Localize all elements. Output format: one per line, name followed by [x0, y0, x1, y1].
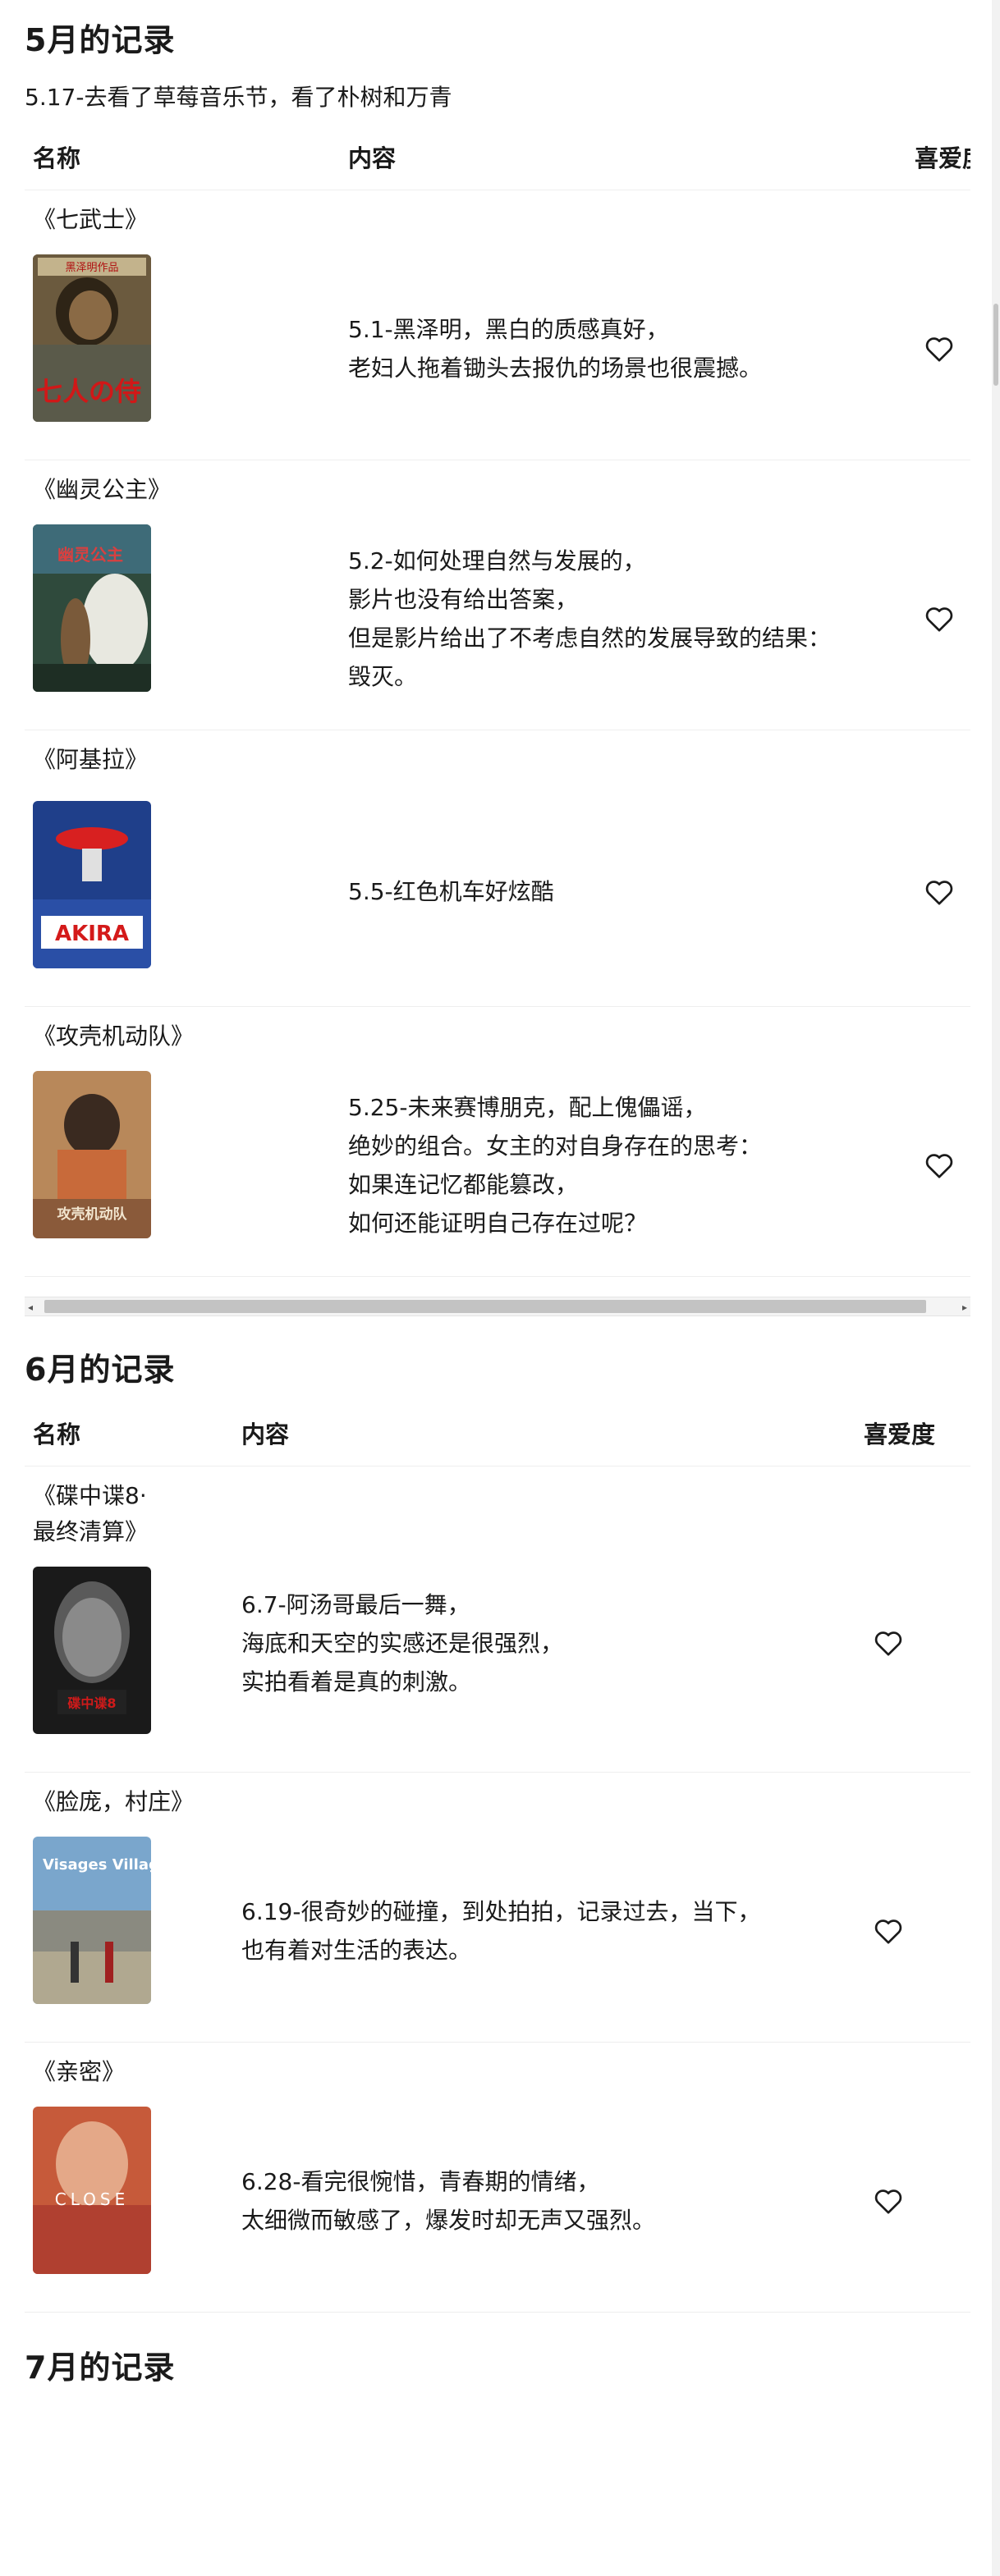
name-cell: 《脸庞，村庄》 Visages Villages: [25, 1772, 233, 2043]
movie-title: 《亲密》: [33, 2058, 126, 2085]
poster-caption: 七人の侍: [36, 376, 141, 407]
poster-caption: 攻壳机动队: [57, 1206, 128, 1223]
content-cell: 5.5-红色机车好炫酷: [340, 730, 906, 1007]
table-row: 《幽灵公主》 幽灵公主 5.2-如何处理自然与发展的， 影片也没有给出答案， 但…: [25, 460, 970, 730]
scrollbar-thumb[interactable]: [44, 1299, 926, 1313]
heart-outline-icon[interactable]: [872, 1915, 905, 1947]
table-row: 《碟中谍8· 最终清算》 碟中谍8 6.7-阿汤哥最后一舞， 海底和天空的实感还…: [25, 1466, 970, 1773]
table-row: 《阿基拉》 AKIRA 5.5-红色机车好炫酷: [25, 730, 970, 1007]
records-page: 5月的记录 5.17-去看了草莓音乐节，看了朴树和万青 名称 内容 喜爱度 《七…: [0, 0, 992, 2576]
horizontal-scrollbar[interactable]: ◂ ▸: [25, 1296, 970, 1316]
poster-caption: 幽灵公主: [57, 545, 123, 565]
movie-poster[interactable]: 黑泽明作品 七人の侍: [33, 254, 151, 422]
vertical-scrollbar[interactable]: [992, 0, 1000, 2576]
table-header-row: 名称 内容 喜爱度: [25, 1400, 970, 1466]
movie-content: 5.25-未来赛博朋克，配上傀儡谣， 绝妙的组合。女主的对自身存在的思考： 如果…: [348, 1093, 763, 1237]
movie-title: 《幽灵公主》: [33, 475, 172, 503]
like-cell: [856, 1466, 970, 1773]
movie-content: 6.28-看完很惋惜，青春期的情绪， 太细微而敏感了，爆发时却无声又强烈。: [241, 2168, 656, 2234]
month-title-june: 6月的记录: [25, 1351, 176, 1388]
movie-content: 5.5-红色机车好炫酷: [348, 878, 554, 905]
table-may: 名称 内容 喜爱度 《七武士》: [25, 124, 970, 1277]
heart-outline-icon[interactable]: [923, 1149, 956, 1182]
movie-title: 《碟中谍8· 最终清算》: [33, 1482, 149, 1545]
poster-caption: CLOSE: [55, 2189, 129, 2209]
like-cell: [856, 2042, 970, 2313]
header-content: 内容: [233, 1400, 856, 1466]
header-like: 喜爱度: [906, 124, 970, 190]
name-cell: 《七武士》 黑泽明作品 七人の侍: [25, 190, 340, 460]
table-row: 《攻壳机动队》 攻壳机动队 5.25-未来赛博朋克，配上傀儡谣， 绝妙的组合。女…: [25, 1006, 970, 1277]
table-row: 《亲密》 CLOSE 6.28-看完很惋惜，青春期的情绪， 太细微而敏感了，爆发…: [25, 2042, 970, 2313]
like-cell: [906, 1006, 970, 1277]
name-cell: 《攻壳机动队》 攻壳机动队: [25, 1006, 340, 1277]
like-cell: [856, 1772, 970, 2043]
header-name: 名称: [25, 124, 340, 190]
table-header-row: 名称 内容 喜爱度: [25, 124, 970, 190]
movie-title: 《攻壳机动队》: [33, 1022, 195, 1050]
header-name: 名称: [25, 1400, 233, 1466]
table-june: 名称 内容 喜爱度 《碟中谍8· 最终清算》 碟中谍8 6.7-阿汤哥最后一舞，…: [25, 1400, 970, 2313]
month-title-may: 5月的记录: [25, 22, 176, 58]
table-row: 《脸庞，村庄》 Visages Villages: [25, 1772, 970, 2043]
movie-title: 《阿基拉》: [33, 745, 149, 773]
poster-caption: Visages Villages: [43, 1856, 151, 1874]
like-cell: [906, 730, 970, 1007]
content-cell: 5.1-黑泽明，黑白的质感真好， 老妇人拖着锄头去报仇的场景也很震撼。: [340, 190, 906, 460]
table-row: 《七武士》 黑泽明作品 七人の侍 5.1-黑泽明，黑白的质感真好， 老妇人拖着锄…: [25, 190, 970, 460]
content-cell: 6.7-阿汤哥最后一舞， 海底和天空的实感还是很强烈， 实拍看着是真的刺激。: [233, 1466, 856, 1773]
poster-top-text: 黑泽明作品: [65, 262, 118, 274]
heart-outline-icon[interactable]: [923, 876, 956, 908]
content-cell: 5.2-如何处理自然与发展的， 影片也没有给出答案， 但是影片给出了不考虑自然的…: [340, 460, 906, 730]
movie-content: 5.1-黑泽明，黑白的质感真好， 老妇人拖着锄头去报仇的场景也很震撼。: [348, 315, 763, 382]
header-content: 内容: [340, 124, 906, 190]
scrollbar-thumb[interactable]: [993, 304, 998, 386]
heart-outline-icon[interactable]: [923, 602, 956, 635]
scroll-left-arrow-icon[interactable]: ◂: [28, 1302, 33, 1313]
movie-poster[interactable]: 幽灵公主: [33, 524, 151, 692]
movie-poster[interactable]: AKIRA: [33, 800, 151, 968]
heart-outline-icon[interactable]: [872, 2185, 905, 2217]
heart-outline-icon[interactable]: [923, 332, 956, 365]
name-cell: 《幽灵公主》 幽灵公主: [25, 460, 340, 730]
movie-poster[interactable]: CLOSE: [33, 2107, 151, 2274]
movie-content: 6.19-很奇妙的碰撞，到处拍拍，记录过去，当下， 也有着对生活的表达。: [241, 1898, 761, 1964]
heart-outline-icon[interactable]: [872, 1627, 905, 1659]
poster-caption: 碟中谍8: [67, 1695, 116, 1711]
name-cell: 《碟中谍8· 最终清算》 碟中谍8: [25, 1466, 233, 1773]
name-cell: 《阿基拉》 AKIRA: [25, 730, 340, 1007]
movie-title: 《七武士》: [33, 205, 149, 233]
movie-poster[interactable]: 攻壳机动队: [33, 1070, 151, 1238]
content-cell: 6.19-很奇妙的碰撞，到处拍拍，记录过去，当下， 也有着对生活的表达。: [233, 1772, 856, 2043]
content-cell: 5.25-未来赛博朋克，配上傀儡谣， 绝妙的组合。女主的对自身存在的思考： 如果…: [340, 1006, 906, 1277]
movie-poster[interactable]: 碟中谍8: [33, 1567, 151, 1734]
content-cell: 6.28-看完很惋惜，青春期的情绪， 太细微而敏感了，爆发时却无声又强烈。: [233, 2042, 856, 2313]
header-like: 喜爱度: [856, 1400, 970, 1466]
like-cell: [906, 460, 970, 730]
scroll-right-arrow-icon[interactable]: ▸: [962, 1302, 967, 1313]
movie-title: 《脸庞，村庄》: [33, 1788, 195, 1815]
month-title-july: 7月的记录: [25, 2350, 176, 2386]
name-cell: 《亲密》 CLOSE: [25, 2042, 233, 2313]
movie-poster[interactable]: Visages Villages: [33, 1837, 151, 2004]
month-note-may: 5.17-去看了草莓音乐节，看了朴树和万青: [25, 84, 452, 111]
poster-caption: AKIRA: [55, 922, 129, 946]
like-cell: [906, 190, 970, 460]
movie-content: 5.2-如何处理自然与发展的， 影片也没有给出答案， 但是影片给出了不考虑自然的…: [348, 547, 832, 690]
movie-content: 6.7-阿汤哥最后一舞， 海底和天空的实感还是很强烈， 实拍看着是真的刺激。: [241, 1590, 564, 1695]
